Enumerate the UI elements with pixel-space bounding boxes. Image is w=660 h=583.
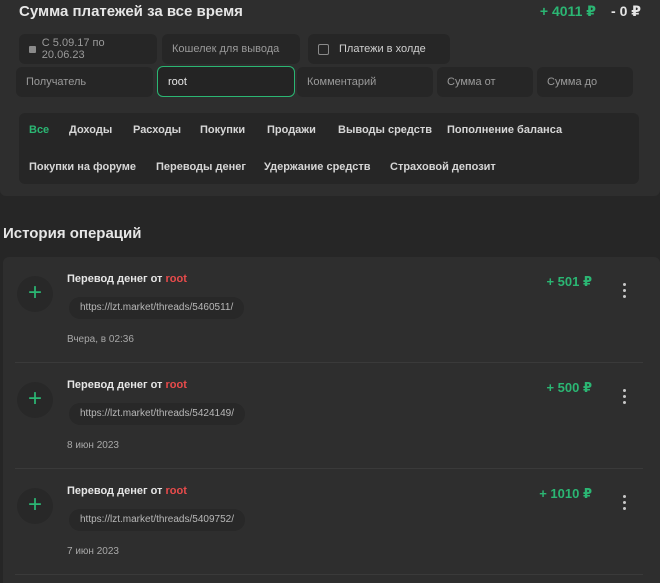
hold-payments-checkbox[interactable] <box>318 43 329 55</box>
operation-title-prefix: Перевод денег от <box>67 485 163 497</box>
category-sales[interactable]: Продажи <box>267 124 316 136</box>
category-income[interactable]: Доходы <box>69 124 112 136</box>
date-range-picker[interactable]: С 5.09.17 по 20.06.23 <box>19 34 157 64</box>
payments-summary-panel: Сумма платежей за все время + 4011 ₽ - 0… <box>0 0 660 196</box>
operation-title: Перевод денег от root <box>67 273 187 285</box>
recipient-value: root <box>168 75 187 88</box>
hold-payments-toggle[interactable]: Платежи в холде <box>308 34 450 64</box>
more-vertical-icon[interactable] <box>623 389 627 405</box>
recipient-input[interactable]: root <box>157 66 295 97</box>
category-forum-purchases[interactable]: Покупки на форуме <box>29 161 136 173</box>
date-range-value: С 5.09.17 по 20.06.23 <box>41 37 105 61</box>
operation-user[interactable]: root <box>166 273 187 285</box>
operation-date: 8 июн 2023 <box>67 440 119 451</box>
more-vertical-icon[interactable] <box>623 495 627 511</box>
expense-total: - 0 ₽ <box>611 3 641 19</box>
sum-to-placeholder: Сумма до <box>547 76 598 88</box>
history-title: История операций <box>3 225 142 242</box>
calendar-icon <box>29 45 36 53</box>
operation-title-prefix: Перевод денег от <box>67 379 163 391</box>
operation-user[interactable]: root <box>166 485 187 497</box>
wallet-field[interactable]: Кошелек для вывода <box>162 34 300 64</box>
plus-icon: + <box>17 276 53 312</box>
operation-amount: + 500 ₽ <box>546 380 592 395</box>
category-withdrawals[interactable]: Выводы средств <box>338 124 432 136</box>
recipient-field[interactable]: Получатель <box>16 67 153 97</box>
category-transfers[interactable]: Переводы денег <box>156 161 246 173</box>
operation-title-prefix: Перевод денег от <box>67 273 163 285</box>
sum-to-field[interactable]: Сумма до <box>537 67 633 97</box>
income-total: + 4011 ₽ <box>539 3 596 19</box>
operation-user[interactable]: root <box>166 379 187 391</box>
operations-list: + Перевод денег от root https://lzt.mark… <box>3 257 660 583</box>
sum-from-placeholder: Сумма от <box>447 76 496 88</box>
category-filter: Все Доходы Расходы Покупки Продажи Вывод… <box>19 113 639 184</box>
category-top-up[interactable]: Пополнение баланса <box>447 124 562 136</box>
operation-item: + Перевод денег от root https://lzt.mark… <box>3 469 660 575</box>
category-all[interactable]: Все <box>29 124 49 136</box>
operation-title: Перевод денег от root <box>67 379 187 391</box>
plus-icon: + <box>17 488 53 524</box>
wallet-placeholder: Кошелек для вывода <box>172 43 280 55</box>
operation-title: Перевод денег от root <box>67 485 187 497</box>
operation-amount: + 501 ₽ <box>546 274 592 289</box>
category-insurance[interactable]: Страховой депозит <box>390 161 496 173</box>
sum-from-field[interactable]: Сумма от <box>437 67 533 97</box>
operation-divider <box>15 574 643 575</box>
operation-item: + Перевод денег от root https://lzt.mark… <box>3 363 660 469</box>
category-holds[interactable]: Удержание средств <box>264 161 371 173</box>
plus-icon: + <box>17 382 53 418</box>
operation-date: Вчера, в 02:36 <box>67 334 134 345</box>
operation-item: + Перевод денег от root https://lzt.mark… <box>3 257 660 363</box>
summary-title: Сумма платежей за все время <box>19 3 243 20</box>
category-purchases[interactable]: Покупки <box>200 124 245 136</box>
more-vertical-icon[interactable] <box>623 283 627 299</box>
operation-date: 7 июн 2023 <box>67 546 119 557</box>
operation-amount: + 1010 ₽ <box>539 486 592 501</box>
hold-payments-label: Платежи в холде <box>339 43 426 55</box>
recipient-placeholder: Получатель <box>26 76 87 88</box>
comment-field[interactable]: Комментарий <box>297 67 433 97</box>
category-expenses[interactable]: Расходы <box>133 124 181 136</box>
operation-link[interactable]: https://lzt.market/threads/5460511/ <box>69 297 245 319</box>
comment-placeholder: Комментарий <box>307 76 377 88</box>
operation-link[interactable]: https://lzt.market/threads/5424149/ <box>69 403 245 425</box>
operation-link[interactable]: https://lzt.market/threads/5409752/ <box>69 509 245 531</box>
